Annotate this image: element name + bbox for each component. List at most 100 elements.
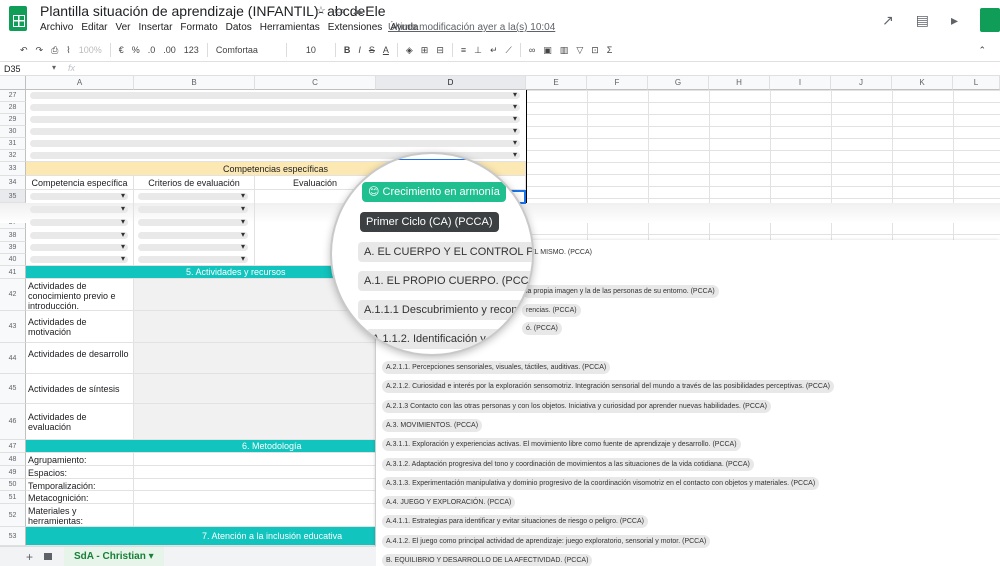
column-header-e[interactable]: E (526, 76, 587, 90)
dropdown-a38[interactable] (30, 230, 128, 240)
row-header-46[interactable]: 46 (0, 404, 26, 440)
increase-decimal-button[interactable]: .00 (159, 41, 180, 59)
row-header-34[interactable]: 34 (0, 176, 26, 190)
row-header-31[interactable]: 31 (0, 138, 26, 150)
rotate-icon[interactable]: ⟋ (502, 41, 516, 59)
method-value-5[interactable] (134, 504, 376, 527)
dropdown-row-30[interactable] (30, 126, 520, 136)
dropdown-row-28[interactable] (30, 102, 520, 112)
column-header-c[interactable]: C (255, 76, 376, 90)
method-value-3[interactable] (134, 479, 376, 491)
link-icon[interactable]: ∞ (525, 41, 539, 59)
decrease-decimal-button[interactable]: .0 (144, 41, 160, 59)
list-item[interactable]: B. EQUILIBRIO Y DESARROLLO DE LA AFECTIV… (382, 554, 593, 566)
functions-icon[interactable]: Σ (603, 41, 617, 59)
row-header-50[interactable]: 50 (0, 479, 26, 491)
merge-icon[interactable]: ⊟ (432, 41, 448, 59)
dropdown-a40[interactable] (30, 254, 128, 264)
italic-button[interactable]: I (354, 41, 365, 59)
menu-datos[interactable]: Datos (226, 22, 252, 33)
column-header-f[interactable]: F (587, 76, 648, 90)
strikethrough-button[interactable]: S (365, 41, 379, 59)
list-item[interactable]: A.4. JUEGO Y EXPLORACIÓN. (PCCA) (382, 496, 516, 509)
dropdown-row-31[interactable] (30, 138, 520, 148)
dropdown-b40[interactable] (138, 254, 248, 264)
list-item[interactable]: EL MISMO. (PCCA) (526, 246, 596, 259)
filter-icon[interactable]: ▽ (572, 41, 587, 59)
meet-icon[interactable]: ▸ (951, 12, 958, 29)
dropdown-b35[interactable] (138, 191, 248, 201)
borders-icon[interactable]: ⊞ (417, 41, 433, 59)
bold-button[interactable]: B (340, 41, 355, 59)
dropdown-a37[interactable] (30, 217, 128, 227)
menu-ver[interactable]: Ver (115, 22, 130, 33)
column-header-b[interactable]: B (134, 76, 255, 90)
all-sheets-icon[interactable] (44, 553, 52, 560)
list-item[interactable]: A.4.1.1. Estrategias para identificar y … (382, 515, 648, 528)
sheets-app-icon[interactable] (980, 8, 1000, 32)
menu-archivo[interactable]: Archivo (40, 22, 73, 33)
menu-editar[interactable]: Editar (81, 22, 107, 33)
activity-value-5[interactable] (134, 404, 376, 440)
method-value-2[interactable] (134, 466, 376, 479)
column-header-h[interactable]: H (709, 76, 770, 90)
method-value-4[interactable] (134, 491, 376, 504)
name-box-dropdown-icon[interactable]: ▾ (52, 63, 56, 72)
activity-value-4[interactable] (134, 374, 376, 404)
column-header-d[interactable]: D (376, 76, 526, 90)
row-header-47[interactable]: 47 (0, 440, 26, 453)
zoom-select[interactable]: 100% (75, 41, 106, 59)
text-color-button[interactable]: A (379, 41, 393, 59)
sheet-tab-active[interactable]: SdA - Christian ▾ (64, 547, 164, 566)
sheets-logo-icon[interactable] (9, 6, 27, 31)
paint-format-icon[interactable]: ⌇ (62, 41, 74, 59)
list-item[interactable]: A.4.1.2. El juego como principal activid… (382, 535, 711, 548)
comment-add-icon[interactable]: ▣ (539, 41, 556, 59)
list-item[interactable]: A.2.1.2. Curiosidad e interés por la exp… (382, 380, 834, 393)
wrap-icon[interactable]: ↵ (486, 41, 502, 59)
dropdown-a36[interactable] (30, 204, 128, 214)
row-header-48[interactable]: 48 (0, 453, 26, 466)
dropdown-a35[interactable] (30, 191, 128, 201)
row-header-39[interactable]: 39 (0, 242, 26, 254)
method-value-1[interactable] (134, 453, 376, 466)
dropdown-b39[interactable] (138, 242, 248, 252)
row-header-38[interactable]: 38 (0, 229, 26, 242)
font-select[interactable]: Comfortaa (212, 41, 282, 59)
row-header-43[interactable]: 43 (0, 311, 26, 343)
dropdown-b38[interactable] (138, 230, 248, 240)
dropdown-a39[interactable] (30, 242, 128, 252)
align-icon[interactable]: ≡ (457, 41, 470, 59)
cloud-icon[interactable]: ☁ (352, 4, 363, 17)
lens-chip-crecimiento[interactable]: 😊 Crecimiento en armonía (362, 182, 506, 202)
lens-chip-primer-ciclo[interactable]: Primer Ciclo (CA) (PCCA) (360, 212, 499, 232)
dropdown-row-29[interactable] (30, 114, 520, 124)
row-header-44[interactable]: 44 (0, 343, 26, 374)
row-header-40[interactable]: 40 (0, 254, 26, 266)
lens-chip-a111[interactable]: A.1.1.1 Descubrimiento y recono (358, 300, 530, 320)
row-header-51[interactable]: 51 (0, 491, 26, 504)
last-modified-link[interactable]: Última modificación ayer a la(s) 10:04 (388, 22, 555, 33)
menu-herramientas[interactable]: Herramientas (260, 22, 320, 33)
row-header-41[interactable]: 41 (0, 266, 26, 279)
add-sheet-button[interactable]: + (26, 550, 33, 564)
print-icon[interactable]: ⎙ (47, 41, 62, 59)
menu-extensiones[interactable]: Extensiones (328, 22, 382, 33)
list-item[interactable]: A.3.1.3. Experimentación manipulativa y … (382, 477, 820, 490)
chart-icon[interactable]: ▥ (556, 41, 573, 59)
column-header-l[interactable]: L (953, 76, 1000, 90)
list-item[interactable]: la propia imagen y la de las personas de… (522, 285, 719, 298)
lens-chip-a[interactable]: A. EL CUERPO Y EL CONTROL PROG (358, 242, 532, 262)
dropdown-b36[interactable] (138, 204, 248, 214)
column-header-i[interactable]: I (770, 76, 831, 90)
row-header-49[interactable]: 49 (0, 466, 26, 479)
redo-icon[interactable]: ↷ (32, 41, 48, 59)
row-header-30[interactable]: 30 (0, 126, 26, 138)
select-all-corner[interactable] (0, 76, 26, 90)
lens-chip-a112[interactable]: A.1.1.2. Identificación y res (366, 329, 511, 349)
menu-insertar[interactable]: Insertar (139, 22, 173, 33)
list-item[interactable]: A.2.1.3 Contacto con las otras personas … (382, 400, 771, 413)
filter-views-icon[interactable]: ⊡ (587, 41, 603, 59)
valign-icon[interactable]: ⊥ (470, 41, 486, 59)
list-item[interactable]: A.2.1.1. Percepciones sensoriales, visua… (382, 361, 611, 374)
